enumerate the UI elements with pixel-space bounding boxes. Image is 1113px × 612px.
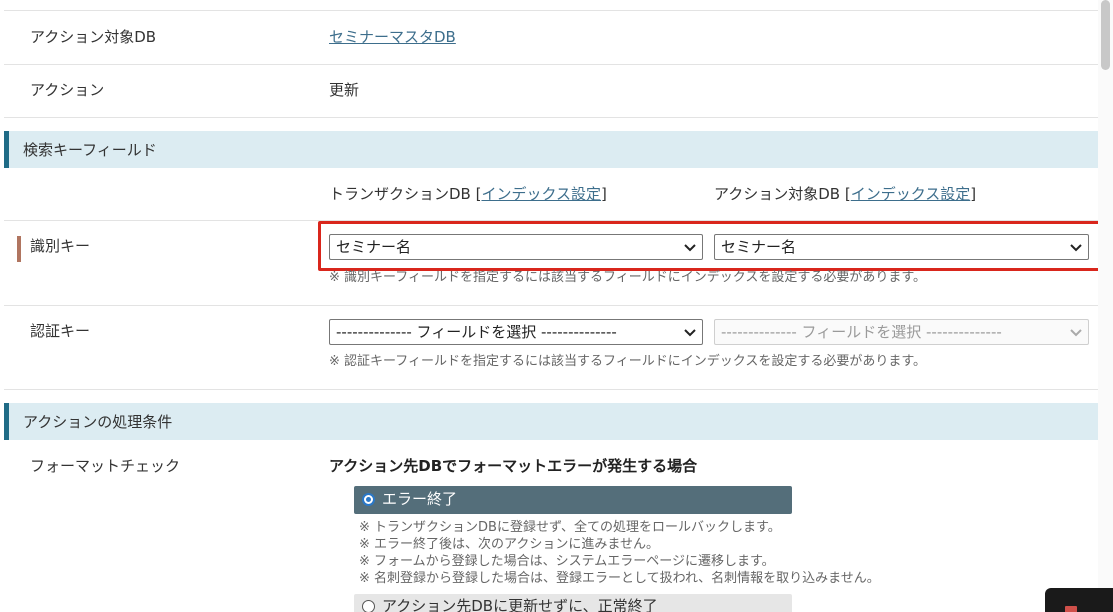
chevron-down-icon — [684, 329, 696, 337]
action-label: アクション — [30, 81, 105, 99]
vertical-scrollbar[interactable] — [1098, 0, 1113, 612]
search-key-section-header: 検索キーフィールド — [4, 131, 1098, 168]
column-header-text: トランザクションDB [ — [329, 185, 482, 203]
divider — [4, 10, 1098, 11]
select-value: -------------- フィールドを選択 -------------- — [336, 323, 617, 341]
section-title: アクションの処理条件 — [23, 413, 173, 431]
target-index-settings-link[interactable]: インデックス設定 — [851, 185, 971, 203]
target-db-value: セミナーマスタDB — [329, 27, 456, 47]
format-check-label: フォーマットチェック — [30, 457, 181, 475]
divider — [4, 305, 1098, 306]
divider — [4, 64, 1098, 65]
target-db-label: アクション対象DB — [30, 28, 157, 46]
identify-key-label: 識別キー — [30, 237, 91, 255]
format-check-note: ※ エラー終了後は、次のアクションに進みません。 — [359, 537, 659, 552]
transaction-db-column-header: トランザクションDB [インデックス設定] — [329, 184, 607, 204]
column-header-text: アクション対象DB [ — [714, 185, 851, 203]
scrollbar-thumb[interactable] — [1101, 0, 1110, 70]
auth-key-target-select: -------------- フィールドを選択 -------------- — [714, 319, 1089, 345]
auth-key-transaction-select[interactable]: -------------- フィールドを選択 -------------- — [329, 319, 703, 345]
app-icon — [1065, 606, 1077, 612]
format-check-note: ※ トランザクションDBに登録せず、全ての処理をロールバックします。 — [359, 520, 781, 535]
target-db-link[interactable]: セミナーマスタDB — [329, 28, 456, 46]
action-value: 更新 — [329, 81, 360, 99]
page: アクション対象DB セミナーマスタDB アクション 更新 検索キーフィールド ト… — [0, 0, 1113, 612]
divider — [4, 117, 1098, 118]
chevron-down-icon — [1070, 329, 1082, 337]
radio-label: エラー終了 — [382, 490, 458, 508]
highlight-box — [318, 221, 1101, 271]
radio-option-normal-exit[interactable]: アクション先DBに更新せずに、正常終了 — [354, 594, 792, 612]
required-indicator — [17, 236, 21, 262]
identify-key-note: ※ 識別キーフィールドを指定するには該当するフィールドにインデックスを設定する必… — [329, 270, 927, 285]
format-check-note: ※ 名刺登録から登録した場合は、登録エラーとして扱われ、名刺情報を取り込みません… — [359, 571, 880, 586]
target-db-column-header: アクション対象DB [インデックス設定] — [714, 184, 976, 204]
bracket-close: ] — [970, 185, 977, 203]
transaction-index-settings-link[interactable]: インデックス設定 — [481, 185, 601, 203]
select-value: -------------- フィールドを選択 -------------- — [721, 323, 1002, 341]
radio-option-error-exit[interactable]: エラー終了 — [354, 486, 792, 514]
section-title: 検索キーフィールド — [23, 141, 157, 159]
auth-key-note: ※ 認証キーフィールドを指定するには該当するフィールドにインデックスを設定する必… — [329, 354, 927, 369]
auth-key-label: 認証キー — [30, 322, 91, 340]
radio-button-icon — [362, 493, 375, 506]
divider — [4, 389, 1098, 390]
format-check-subhead: アクション先DBでフォーマットエラーが発生する場合 — [329, 457, 698, 475]
action-condition-section-header: アクションの処理条件 — [4, 403, 1098, 440]
radio-button-icon — [362, 600, 375, 612]
format-check-note: ※ フォームから登録した場合は、システムエラーページに遷移します。 — [359, 554, 775, 569]
floating-action-button[interactable] — [1045, 588, 1113, 612]
bracket-close: ] — [601, 185, 607, 203]
radio-label: アクション先DBに更新せずに、正常終了 — [382, 597, 658, 612]
